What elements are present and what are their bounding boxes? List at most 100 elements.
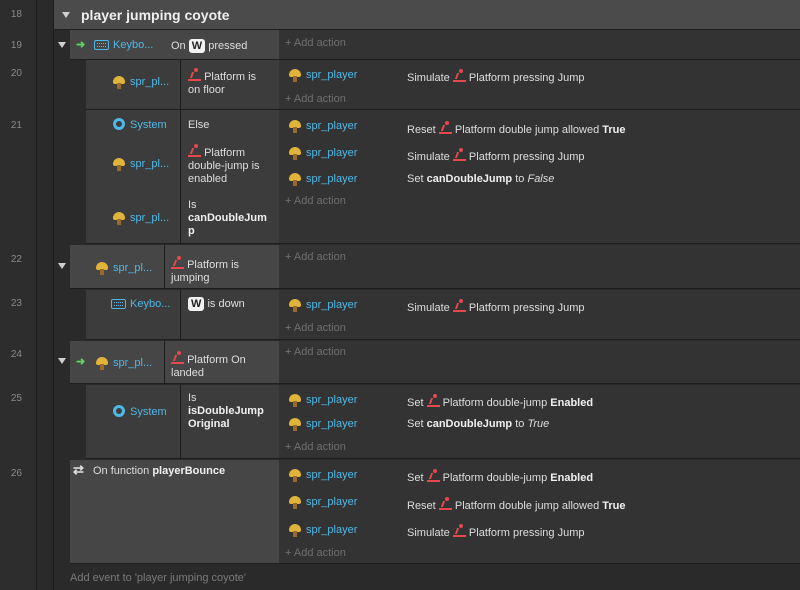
sprite-icon	[288, 393, 302, 410]
add-action-link[interactable]: + Add action	[285, 93, 346, 105]
action-text[interactable]: Simulate Platform pressing Jump	[407, 148, 585, 164]
platform-behavior-icon	[426, 469, 440, 482]
add-action-link[interactable]: + Add action	[285, 346, 346, 358]
platform-behavior-icon	[171, 256, 184, 269]
action-object[interactable]: spr_player	[306, 147, 357, 159]
condition-object[interactable]: System	[130, 119, 167, 131]
group-indent-line	[53, 0, 54, 590]
platform-behavior-icon	[452, 69, 466, 82]
w-key-badge: W	[188, 39, 206, 53]
event-actions[interactable]	[279, 60, 800, 110]
action-object[interactable]: spr_player	[306, 469, 357, 481]
action-text[interactable]: Simulate Platform pressing Jump	[407, 69, 585, 85]
platform-behavior-icon	[452, 299, 466, 312]
condition-text[interactable]: Else	[188, 119, 209, 132]
trigger-arrow-icon: ➜	[76, 39, 86, 51]
action-text[interactable]: Reset Platform double jump allowed True	[407, 121, 626, 137]
action-object[interactable]: spr_player	[306, 524, 357, 536]
condition-text[interactable]: Platform On landed	[171, 351, 246, 380]
add-action-link[interactable]: + Add action	[285, 547, 346, 559]
function-title[interactable]: On function playerBounce	[93, 465, 225, 478]
condition-object[interactable]: spr_pl...	[113, 262, 152, 274]
sprite-icon	[95, 261, 109, 278]
sprite-icon	[288, 68, 302, 85]
condition-text[interactable]: Platform double-jump is enabled	[188, 144, 260, 186]
action-object[interactable]: spr_player	[306, 299, 357, 311]
collapse-triangle-icon[interactable]	[58, 358, 66, 364]
line-number: 25	[10, 393, 22, 404]
gear-icon	[113, 405, 125, 420]
condition-text[interactable]: W is down	[188, 297, 245, 311]
platform-behavior-icon	[188, 144, 201, 157]
platform-behavior-icon	[188, 68, 201, 81]
sprite-icon	[288, 146, 302, 163]
column-divider	[180, 290, 181, 340]
condition-object[interactable]: Keybo...	[113, 39, 153, 51]
sprite-icon	[288, 495, 302, 512]
column-divider	[180, 110, 181, 244]
event-conditions[interactable]	[86, 290, 279, 340]
w-key-badge: W	[188, 297, 205, 311]
condition-object[interactable]: spr_pl...	[130, 158, 169, 170]
sprite-icon	[95, 356, 109, 373]
trigger-arrow-icon: ➜	[76, 356, 86, 368]
condition-text[interactable]: Platform is jumping	[171, 256, 239, 285]
action-object[interactable]: spr_player	[306, 69, 357, 81]
line-number: 26	[10, 468, 22, 479]
collapse-triangle-icon[interactable]	[58, 42, 66, 48]
condition-text[interactable]: Is isDoubleJump Original	[188, 392, 264, 431]
condition-text[interactable]: Platform is on floor	[188, 68, 256, 97]
sprite-icon	[112, 157, 126, 174]
sprite-icon	[288, 417, 302, 434]
column-divider	[180, 385, 181, 459]
add-action-link[interactable]: + Add action	[285, 441, 346, 453]
keyboard-icon	[111, 299, 126, 312]
action-text[interactable]: Set Platform double-jump Enabled	[407, 469, 593, 485]
line-number: 18	[10, 9, 22, 20]
condition-object[interactable]: spr_pl...	[130, 76, 169, 88]
platform-behavior-icon	[452, 524, 466, 537]
action-object[interactable]: spr_player	[306, 120, 357, 132]
line-number: 22	[10, 254, 22, 265]
group-title: player jumping coyote	[81, 7, 230, 23]
event-actions[interactable]	[279, 245, 800, 289]
condition-object[interactable]: System	[130, 406, 167, 418]
action-object[interactable]: spr_player	[306, 418, 357, 430]
platform-behavior-icon	[438, 121, 452, 134]
action-text[interactable]: Simulate Platform pressing Jump	[407, 299, 585, 315]
action-text[interactable]: Set canDoubleJump to False	[407, 173, 554, 186]
column-divider	[164, 341, 165, 384]
event-actions[interactable]	[279, 341, 800, 384]
add-event-link[interactable]: Add event to 'player jumping coyote'	[70, 572, 246, 584]
action-text[interactable]: Set Platform double-jump Enabled	[407, 394, 593, 410]
event-actions[interactable]	[279, 290, 800, 340]
sprite-icon	[288, 172, 302, 189]
condition-text[interactable]: Is canDoubleJum p	[188, 199, 267, 238]
action-object[interactable]: spr_player	[306, 173, 357, 185]
gear-icon	[113, 118, 125, 133]
add-action-link[interactable]: + Add action	[285, 322, 346, 334]
keyboard-icon	[94, 40, 109, 53]
line-number: 23	[10, 298, 22, 309]
add-action-link[interactable]: + Add action	[285, 251, 346, 263]
condition-object[interactable]: Keybo...	[130, 298, 170, 310]
action-object[interactable]: spr_player	[306, 496, 357, 508]
line-number: 20	[10, 68, 22, 79]
action-text[interactable]: Simulate Platform pressing Jump	[407, 524, 585, 540]
column-divider	[180, 60, 181, 110]
action-text[interactable]: Set canDoubleJump to True	[407, 418, 549, 431]
sprite-icon	[288, 468, 302, 485]
collapse-triangle-icon[interactable]	[62, 12, 70, 18]
add-action-link[interactable]: + Add action	[285, 37, 346, 49]
add-action-link[interactable]: + Add action	[285, 195, 346, 207]
condition-text[interactable]: On W pressed	[171, 39, 247, 53]
platform-behavior-icon	[171, 351, 184, 364]
action-object[interactable]: spr_player	[306, 394, 357, 406]
condition-object[interactable]: spr_pl...	[130, 212, 169, 224]
condition-object[interactable]: spr_pl...	[113, 357, 152, 369]
collapse-triangle-icon[interactable]	[58, 263, 66, 269]
function-icon: ⇄	[73, 462, 84, 477]
event-actions[interactable]	[279, 30, 800, 60]
platform-behavior-icon	[438, 497, 452, 510]
action-text[interactable]: Reset Platform double jump allowed True	[407, 497, 626, 513]
